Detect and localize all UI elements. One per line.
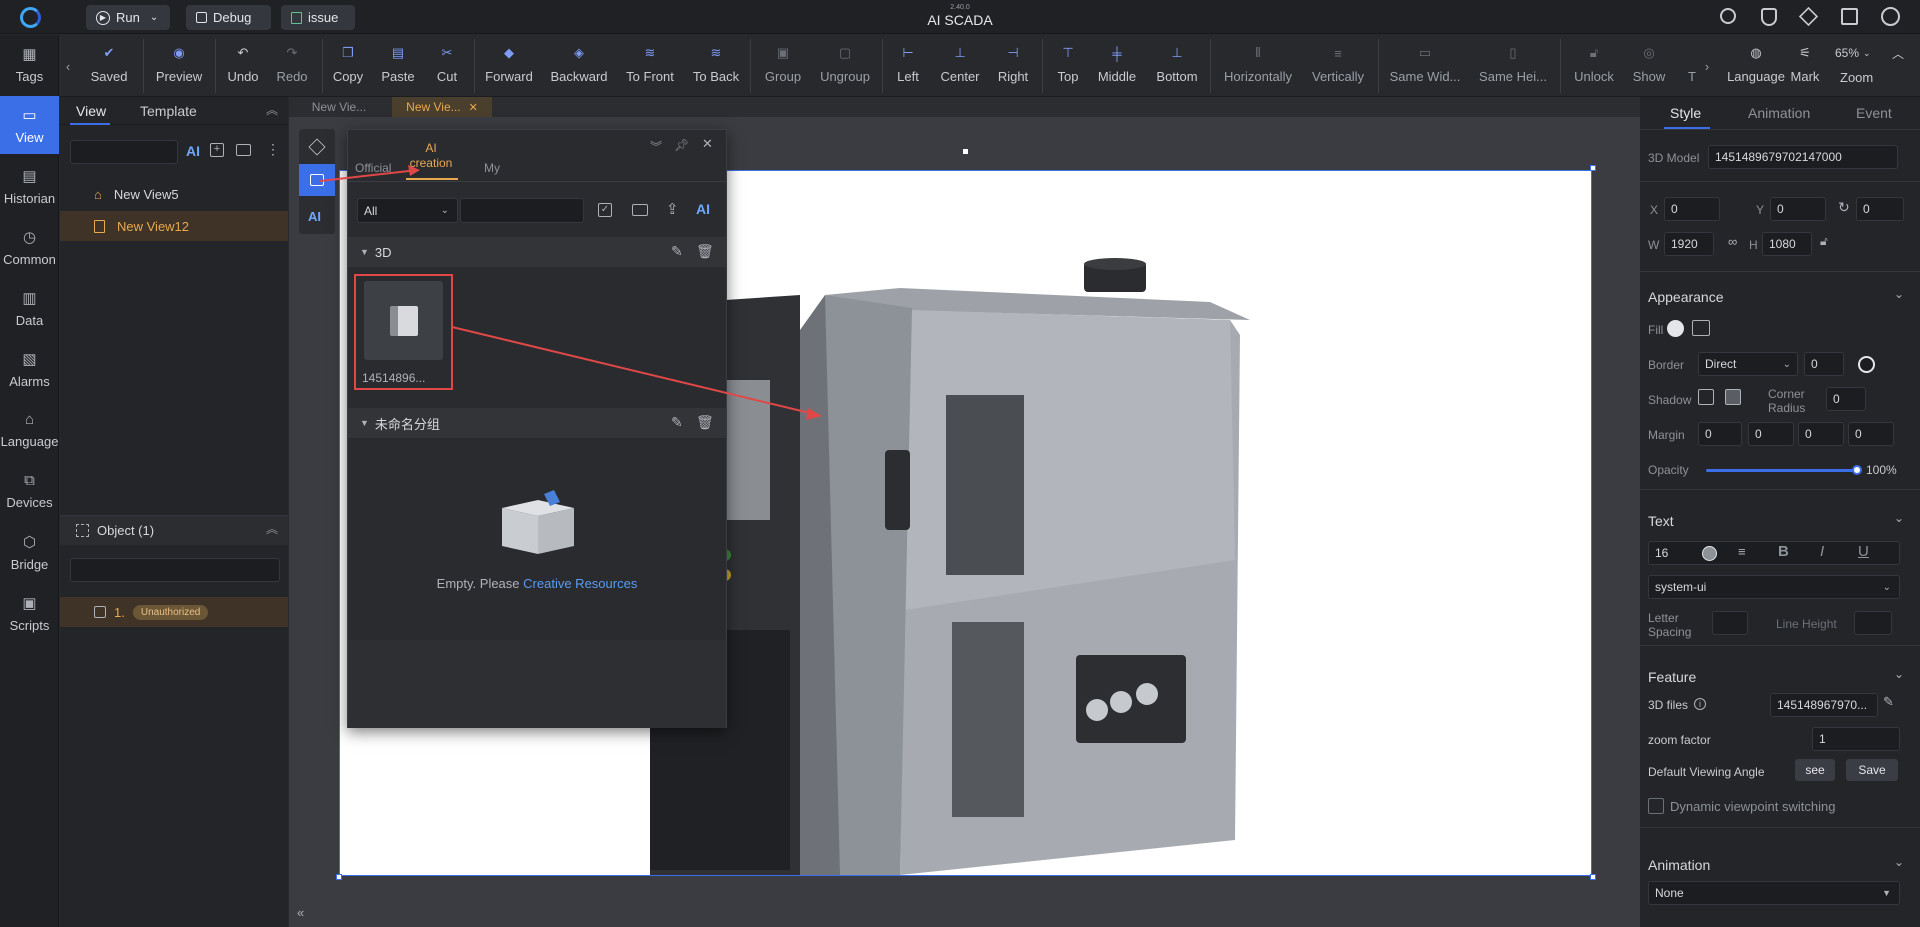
chevron-down-icon: ⌄: [1782, 358, 1791, 370]
italic-icon[interactable]: I: [1820, 543, 1824, 560]
opacity-slider-track[interactable]: [1706, 469, 1856, 472]
height-field[interactable]: 1080: [1762, 232, 1812, 256]
edit-file-icon[interactable]: ✎: [1883, 694, 1894, 710]
zoom-factor-field[interactable]: 1: [1812, 727, 1900, 751]
bold-icon[interactable]: B: [1778, 543, 1789, 560]
font-family-select[interactable]: system-ui ⌄: [1648, 575, 1900, 599]
tab-animation[interactable]: Animation: [1748, 105, 1810, 121]
tab-event[interactable]: Event: [1856, 105, 1892, 121]
rotate-icon: ↻: [1838, 199, 1850, 215]
feature-header: Feature: [1648, 669, 1697, 685]
margin-top-field[interactable]: 0: [1698, 422, 1742, 446]
width-field[interactable]: 1920: [1664, 232, 1714, 256]
letter-spacing-field[interactable]: [1712, 611, 1748, 635]
x-field[interactable]: 0: [1664, 197, 1720, 221]
dynamic-viewpoint-checkbox[interactable]: [1648, 798, 1664, 814]
save-viewing-angle-button[interactable]: Save: [1846, 759, 1898, 781]
collapse-appearance-icon[interactable]: ⌄: [1894, 287, 1904, 301]
see-viewing-angle-button[interactable]: see: [1795, 759, 1835, 781]
collapse-animation-icon[interactable]: ⌄: [1894, 855, 1904, 869]
link-icon[interactable]: ∞: [1728, 234, 1737, 249]
fill-color-icon[interactable]: [1667, 320, 1684, 337]
corner-radius-field[interactable]: 0: [1826, 387, 1866, 411]
border-width-field[interactable]: 0: [1804, 352, 1844, 376]
margin-right-field[interactable]: 0: [1748, 422, 1794, 446]
opacity-slider-thumb[interactable]: [1852, 465, 1862, 475]
shadow-inner-icon[interactable]: [1725, 389, 1741, 405]
line-height-field[interactable]: [1854, 611, 1892, 635]
shadow-outer-icon[interactable]: [1698, 389, 1714, 405]
fill-image-icon[interactable]: [1692, 320, 1710, 336]
tab-style[interactable]: Style: [1670, 105, 1701, 121]
text-align-icon[interactable]: ≡: [1738, 544, 1746, 559]
text-header: Text: [1648, 513, 1674, 529]
border-type-select[interactable]: Direct ⌄: [1698, 352, 1798, 376]
margin-left-field[interactable]: 0: [1848, 422, 1894, 446]
lock-icon[interactable]: 🔓︎: [1820, 234, 1828, 249]
chevron-down-icon: ⌄: [1882, 581, 1891, 593]
text-color-icon[interactable]: [1702, 546, 1717, 561]
y-field[interactable]: 0: [1770, 197, 1826, 221]
margin-bottom-field[interactable]: 0: [1798, 422, 1844, 446]
caret-down-icon: ▼: [1882, 888, 1891, 898]
properties-panel: Style Animation Event 3D Model 145148967…: [1640, 97, 1920, 927]
annotation-arrows: [319, 165, 822, 420]
rotation-field[interactable]: 0: [1856, 197, 1904, 221]
collapse-text-icon[interactable]: ⌄: [1894, 511, 1904, 525]
info-icon[interactable]: i: [1694, 698, 1706, 710]
collapse-feature-icon[interactable]: ⌄: [1894, 667, 1904, 681]
animation-select[interactable]: None ▼: [1648, 881, 1900, 905]
underline-icon[interactable]: U: [1858, 543, 1869, 560]
appearance-header: Appearance: [1648, 289, 1724, 305]
border-color-icon[interactable]: [1858, 356, 1875, 373]
3d-files-field[interactable]: 145148967970...: [1770, 693, 1878, 717]
model-id-field[interactable]: 1451489679702147000: [1708, 145, 1898, 169]
collapse-left-panel-icon[interactable]: «: [297, 905, 304, 920]
animation-header: Animation: [1648, 857, 1711, 873]
